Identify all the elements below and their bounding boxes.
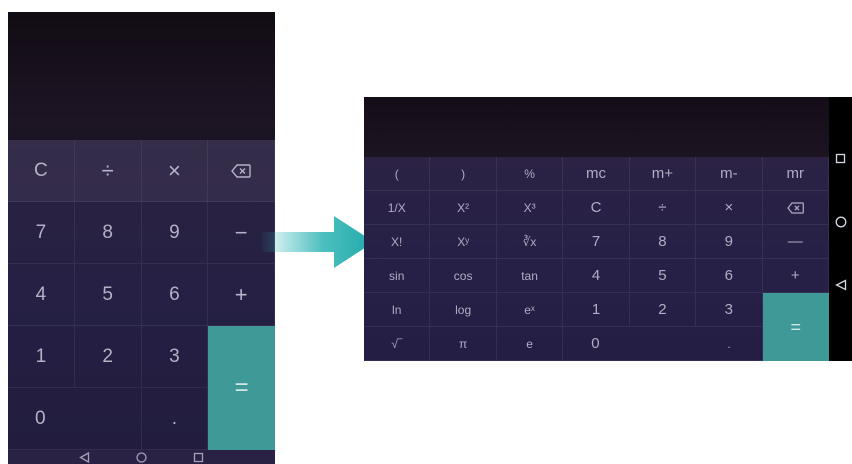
digit-4-button[interactable]: 4 — [8, 264, 75, 326]
memory-subtract-button[interactable]: m- — [696, 157, 763, 191]
portrait-calculator-screen: C ÷ × 7 8 9 − 4 5 6 + 1 2 3 = 0 . — [8, 12, 275, 464]
equals-button[interactable]: = — [208, 326, 275, 450]
digit-3-button[interactable]: 3 — [141, 326, 209, 388]
memory-clear-button[interactable]: mc — [563, 157, 630, 191]
digit-7-button[interactable]: 7 — [563, 225, 630, 259]
power-button[interactable]: Xʸ — [430, 225, 497, 259]
percent-button[interactable]: % — [496, 157, 564, 191]
clear-button[interactable]: C — [8, 140, 75, 202]
square-root-button[interactable]: √‾ — [364, 327, 431, 361]
landscape-keypad: ( ) % mc m+ m- mr 1/X X² X³ C ÷ × X! Xʸ … — [364, 157, 829, 361]
minus-button[interactable]: — — [762, 225, 829, 259]
digit-9-button[interactable]: 9 — [141, 202, 209, 264]
factorial-button[interactable]: X! — [364, 225, 431, 259]
back-triangle-icon[interactable] — [79, 451, 90, 463]
exp-button[interactable]: eˣ — [496, 293, 564, 327]
navigation-bar — [829, 97, 852, 361]
digit-7-button[interactable]: 7 — [8, 202, 75, 264]
portrait-keypad: C ÷ × 7 8 9 − 4 5 6 + 1 2 3 = 0 . — [8, 140, 275, 450]
memory-recall-button[interactable]: mr — [762, 157, 829, 191]
cos-button[interactable]: cos — [430, 259, 497, 293]
equals-button[interactable]: = — [762, 293, 829, 361]
square-button[interactable]: X² — [430, 191, 497, 225]
digit-0-button[interactable]: 0 — [8, 388, 142, 450]
cube-root-button[interactable]: ∛x — [496, 225, 564, 259]
e-button[interactable]: e — [496, 327, 564, 361]
divide-button[interactable]: ÷ — [629, 191, 697, 225]
cube-button[interactable]: X³ — [496, 191, 564, 225]
decimal-point-button[interactable]: . — [696, 327, 762, 361]
home-circle-icon[interactable] — [835, 216, 847, 228]
close-paren-button[interactable]: ) — [430, 157, 497, 191]
ln-button[interactable]: ln — [364, 293, 431, 327]
tan-button[interactable]: tan — [496, 259, 564, 293]
sin-button[interactable]: sin — [364, 259, 431, 293]
recents-square-icon[interactable] — [835, 153, 846, 164]
plus-button[interactable]: + — [762, 259, 829, 293]
backspace-icon — [231, 163, 251, 178]
calculator-display — [364, 97, 829, 157]
divide-button[interactable]: ÷ — [74, 140, 142, 202]
memory-add-button[interactable]: m+ — [629, 157, 697, 191]
digit-5-button[interactable]: 5 — [629, 259, 697, 293]
backspace-button[interactable] — [208, 140, 275, 202]
landscape-screen: ( ) % mc m+ m- mr 1/X X² X³ C ÷ × X! Xʸ … — [364, 97, 829, 361]
digit-8-button[interactable]: 8 — [74, 202, 142, 264]
digit-5-button[interactable]: 5 — [74, 264, 142, 326]
digit-8-button[interactable]: 8 — [629, 225, 697, 259]
right-arrow-icon — [262, 216, 374, 268]
backspace-button[interactable] — [762, 191, 829, 225]
log-button[interactable]: log — [430, 293, 497, 327]
digit-4-button[interactable]: 4 — [563, 259, 630, 293]
decimal-point-button[interactable]: . — [141, 388, 209, 450]
digit-9-button[interactable]: 9 — [696, 225, 763, 259]
back-triangle-icon[interactable] — [834, 279, 847, 291]
multiply-button[interactable]: × — [141, 140, 209, 202]
backspace-icon — [787, 201, 804, 214]
digit-1-button[interactable]: 1 — [563, 293, 630, 327]
digit-6-button[interactable]: 6 — [141, 264, 209, 326]
multiply-button[interactable]: × — [696, 191, 763, 225]
reciprocal-button[interactable]: 1/X — [364, 191, 431, 225]
digit-2-button[interactable]: 2 — [629, 293, 697, 327]
digit-2-button[interactable]: 2 — [74, 326, 142, 388]
plus-button[interactable]: + — [208, 264, 275, 326]
calculator-display — [8, 12, 275, 127]
home-circle-icon[interactable] — [136, 451, 147, 463]
recents-square-icon[interactable] — [193, 452, 204, 463]
pi-button[interactable]: π — [430, 327, 497, 361]
navigation-bar — [8, 450, 275, 464]
clear-button[interactable]: C — [563, 191, 630, 225]
landscape-calculator-screen: ( ) % mc m+ m- mr 1/X X² X³ C ÷ × X! Xʸ … — [364, 97, 852, 361]
open-paren-button[interactable]: ( — [364, 157, 431, 191]
digit-3-button[interactable]: 3 — [696, 293, 763, 327]
digit-1-button[interactable]: 1 — [8, 326, 75, 388]
digit-6-button[interactable]: 6 — [696, 259, 763, 293]
